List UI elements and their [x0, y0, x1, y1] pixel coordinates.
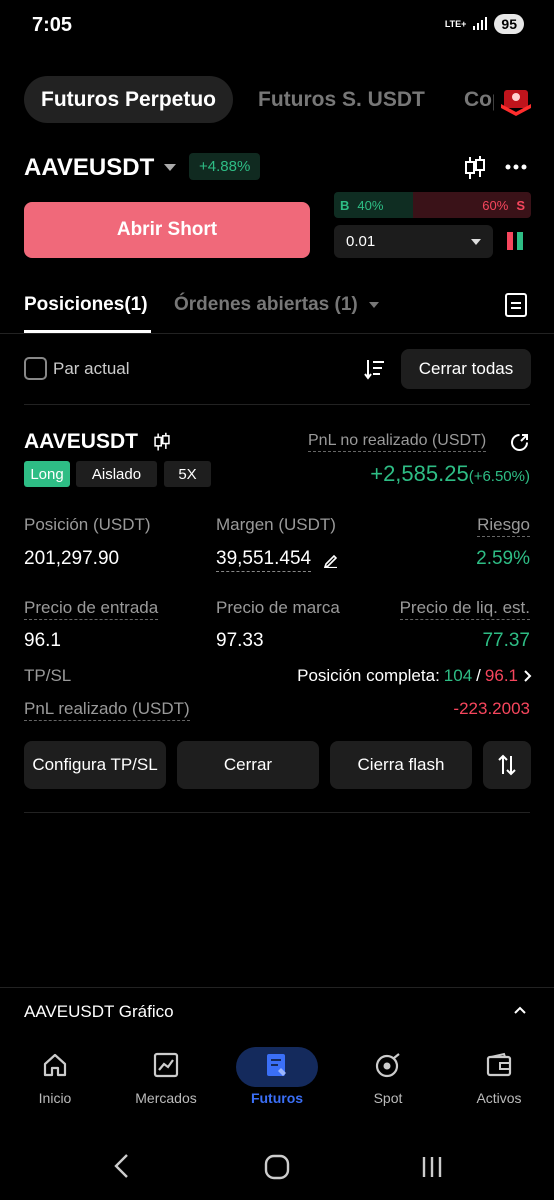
status-icons: LTE+ 95 [445, 14, 524, 34]
edit-icon[interactable] [324, 552, 338, 568]
wallet-icon [486, 1052, 512, 1077]
mark-price-label: Precio de marca [216, 598, 340, 617]
realized-pnl-label[interactable]: PnL realizado (USDT) [24, 699, 190, 721]
take-profit-value: 104 [443, 666, 473, 685]
promo-icon[interactable] [498, 82, 534, 118]
markets-icon [153, 1052, 179, 1078]
buy-percent: 40% [357, 197, 384, 213]
change-badge: +4.88% [189, 153, 261, 180]
signal-icon [473, 17, 488, 30]
current-pair-label: Par actual [53, 359, 130, 378]
current-pair-checkbox[interactable] [24, 357, 47, 380]
chart-bar-label[interactable]: AAVEUSDT Gráfico [24, 1002, 174, 1022]
candlestick-icon[interactable] [464, 155, 486, 181]
margin-mode-tag: Aislado [76, 461, 157, 487]
system-home-icon[interactable] [264, 1154, 290, 1180]
nav-futures[interactable]: Futuros [227, 1052, 327, 1106]
nav-markets[interactable]: Mercados [116, 1052, 216, 1106]
share-icon[interactable] [509, 432, 530, 453]
spot-icon [375, 1053, 400, 1078]
caret-down-icon [164, 164, 177, 171]
reverse-position-button[interactable] [483, 741, 531, 789]
divider [24, 812, 530, 813]
battery-badge: 95 [494, 14, 524, 34]
sell-letter: S [516, 197, 525, 213]
risk-value: 2.59% [476, 548, 530, 569]
margin-value[interactable]: 39,551.454 [216, 548, 312, 572]
nav-spot[interactable]: Spot [338, 1052, 438, 1106]
set-tpsl-button[interactable]: Configura TP/SL [24, 741, 166, 789]
nav-assets-label: Activos [476, 1090, 522, 1106]
tab-open-orders[interactable]: Órdenes abiertas (1) [174, 294, 380, 316]
chevron-up-icon[interactable] [513, 1005, 527, 1015]
pair-selector[interactable]: AAVEUSDT [24, 154, 177, 182]
flash-close-button[interactable]: Cierra flash [330, 741, 472, 789]
unrealized-pnl-label[interactable]: PnL no realizado (USDT) [308, 432, 487, 452]
home-icon [43, 1053, 67, 1077]
entry-price-value: 96.1 [24, 630, 61, 651]
nav-markets-label: Mercados [135, 1090, 197, 1106]
sell-percent: 60% [482, 197, 509, 213]
tpsl-full-position[interactable]: Posición completa: 104 / 96.1 [297, 666, 532, 686]
futures-icon [267, 1054, 286, 1076]
margin-label: Margen (USDT) [216, 515, 336, 534]
unrealized-pnl-percent: (+6.50%) [468, 468, 530, 485]
close-position-button[interactable]: Cerrar [177, 741, 319, 789]
orderbook-toggle-icon[interactable] [506, 231, 524, 251]
candlestick-icon[interactable] [152, 432, 172, 452]
swap-vertical-icon [498, 754, 516, 776]
quantity-value: 0.01 [346, 233, 376, 250]
system-recents-icon[interactable] [420, 1155, 444, 1179]
position-symbol[interactable]: AAVEUSDT [24, 430, 138, 454]
liq-price-value: 77.37 [482, 630, 530, 651]
mark-price-value: 97.33 [216, 630, 264, 651]
buy-ratio: B 40% [334, 192, 413, 218]
network-label: LTE+ [444, 18, 467, 29]
open-orders-label: Órdenes abiertas (1) [174, 294, 358, 315]
chevron-right-icon [524, 670, 532, 682]
position-size-label: Posición (USDT) [24, 515, 151, 534]
full-position-label: Posición completa: [297, 666, 440, 685]
nav-home-label: Inicio [38, 1090, 72, 1106]
tpsl-separator: / [476, 666, 481, 685]
risk-label[interactable]: Riesgo [477, 515, 530, 537]
tab-copy[interactable]: Copy [464, 88, 494, 112]
leverage-tag[interactable]: 5X [164, 461, 211, 487]
more-icon[interactable] [505, 164, 527, 170]
divider [0, 987, 554, 988]
caret-down-icon [369, 301, 380, 308]
divider [0, 333, 554, 334]
nav-assets[interactable]: Activos [449, 1052, 549, 1106]
open-short-button[interactable]: Abrir Short [24, 202, 310, 258]
stop-loss-value: 96.1 [484, 666, 518, 685]
pair-symbol: AAVEUSDT [24, 154, 155, 181]
side-tag: Long [24, 461, 70, 487]
nav-spot-label: Spot [373, 1090, 403, 1106]
sort-icon[interactable] [364, 358, 386, 380]
order-history-icon[interactable] [504, 292, 528, 318]
liq-price-label[interactable]: Precio de liq. est. [399, 598, 530, 620]
nav-home[interactable]: Inicio [5, 1052, 105, 1106]
buy-sell-ratio: B 40% 60% S [334, 192, 531, 218]
system-back-icon[interactable] [112, 1153, 132, 1179]
divider [24, 404, 530, 405]
status-time: 7:05 [32, 14, 73, 36]
close-all-button[interactable]: Cerrar todas [401, 349, 531, 389]
tab-positions[interactable]: Posiciones(1) [24, 294, 148, 316]
tpsl-label: TP/SL [24, 666, 72, 685]
entry-price-label[interactable]: Precio de entrada [24, 598, 159, 620]
nav-futures-label: Futuros [250, 1090, 304, 1106]
realized-pnl-value: -223.2003 [453, 699, 530, 718]
buy-letter: B [340, 197, 350, 213]
sell-ratio: 60% S [412, 192, 531, 218]
position-size-value: 201,297.90 [24, 548, 120, 569]
tab-usdt-futures[interactable]: Futuros S. USDT [258, 88, 425, 112]
caret-down-icon [471, 238, 481, 245]
unrealized-pnl-value: +2,585.25 [370, 461, 469, 486]
tab-perpetual-futures[interactable]: Futuros Perpetuo [24, 76, 234, 123]
quantity-select[interactable]: 0.01 [334, 225, 493, 258]
unrealized-pnl: +2,585.25 (+6.50%) [370, 461, 530, 487]
